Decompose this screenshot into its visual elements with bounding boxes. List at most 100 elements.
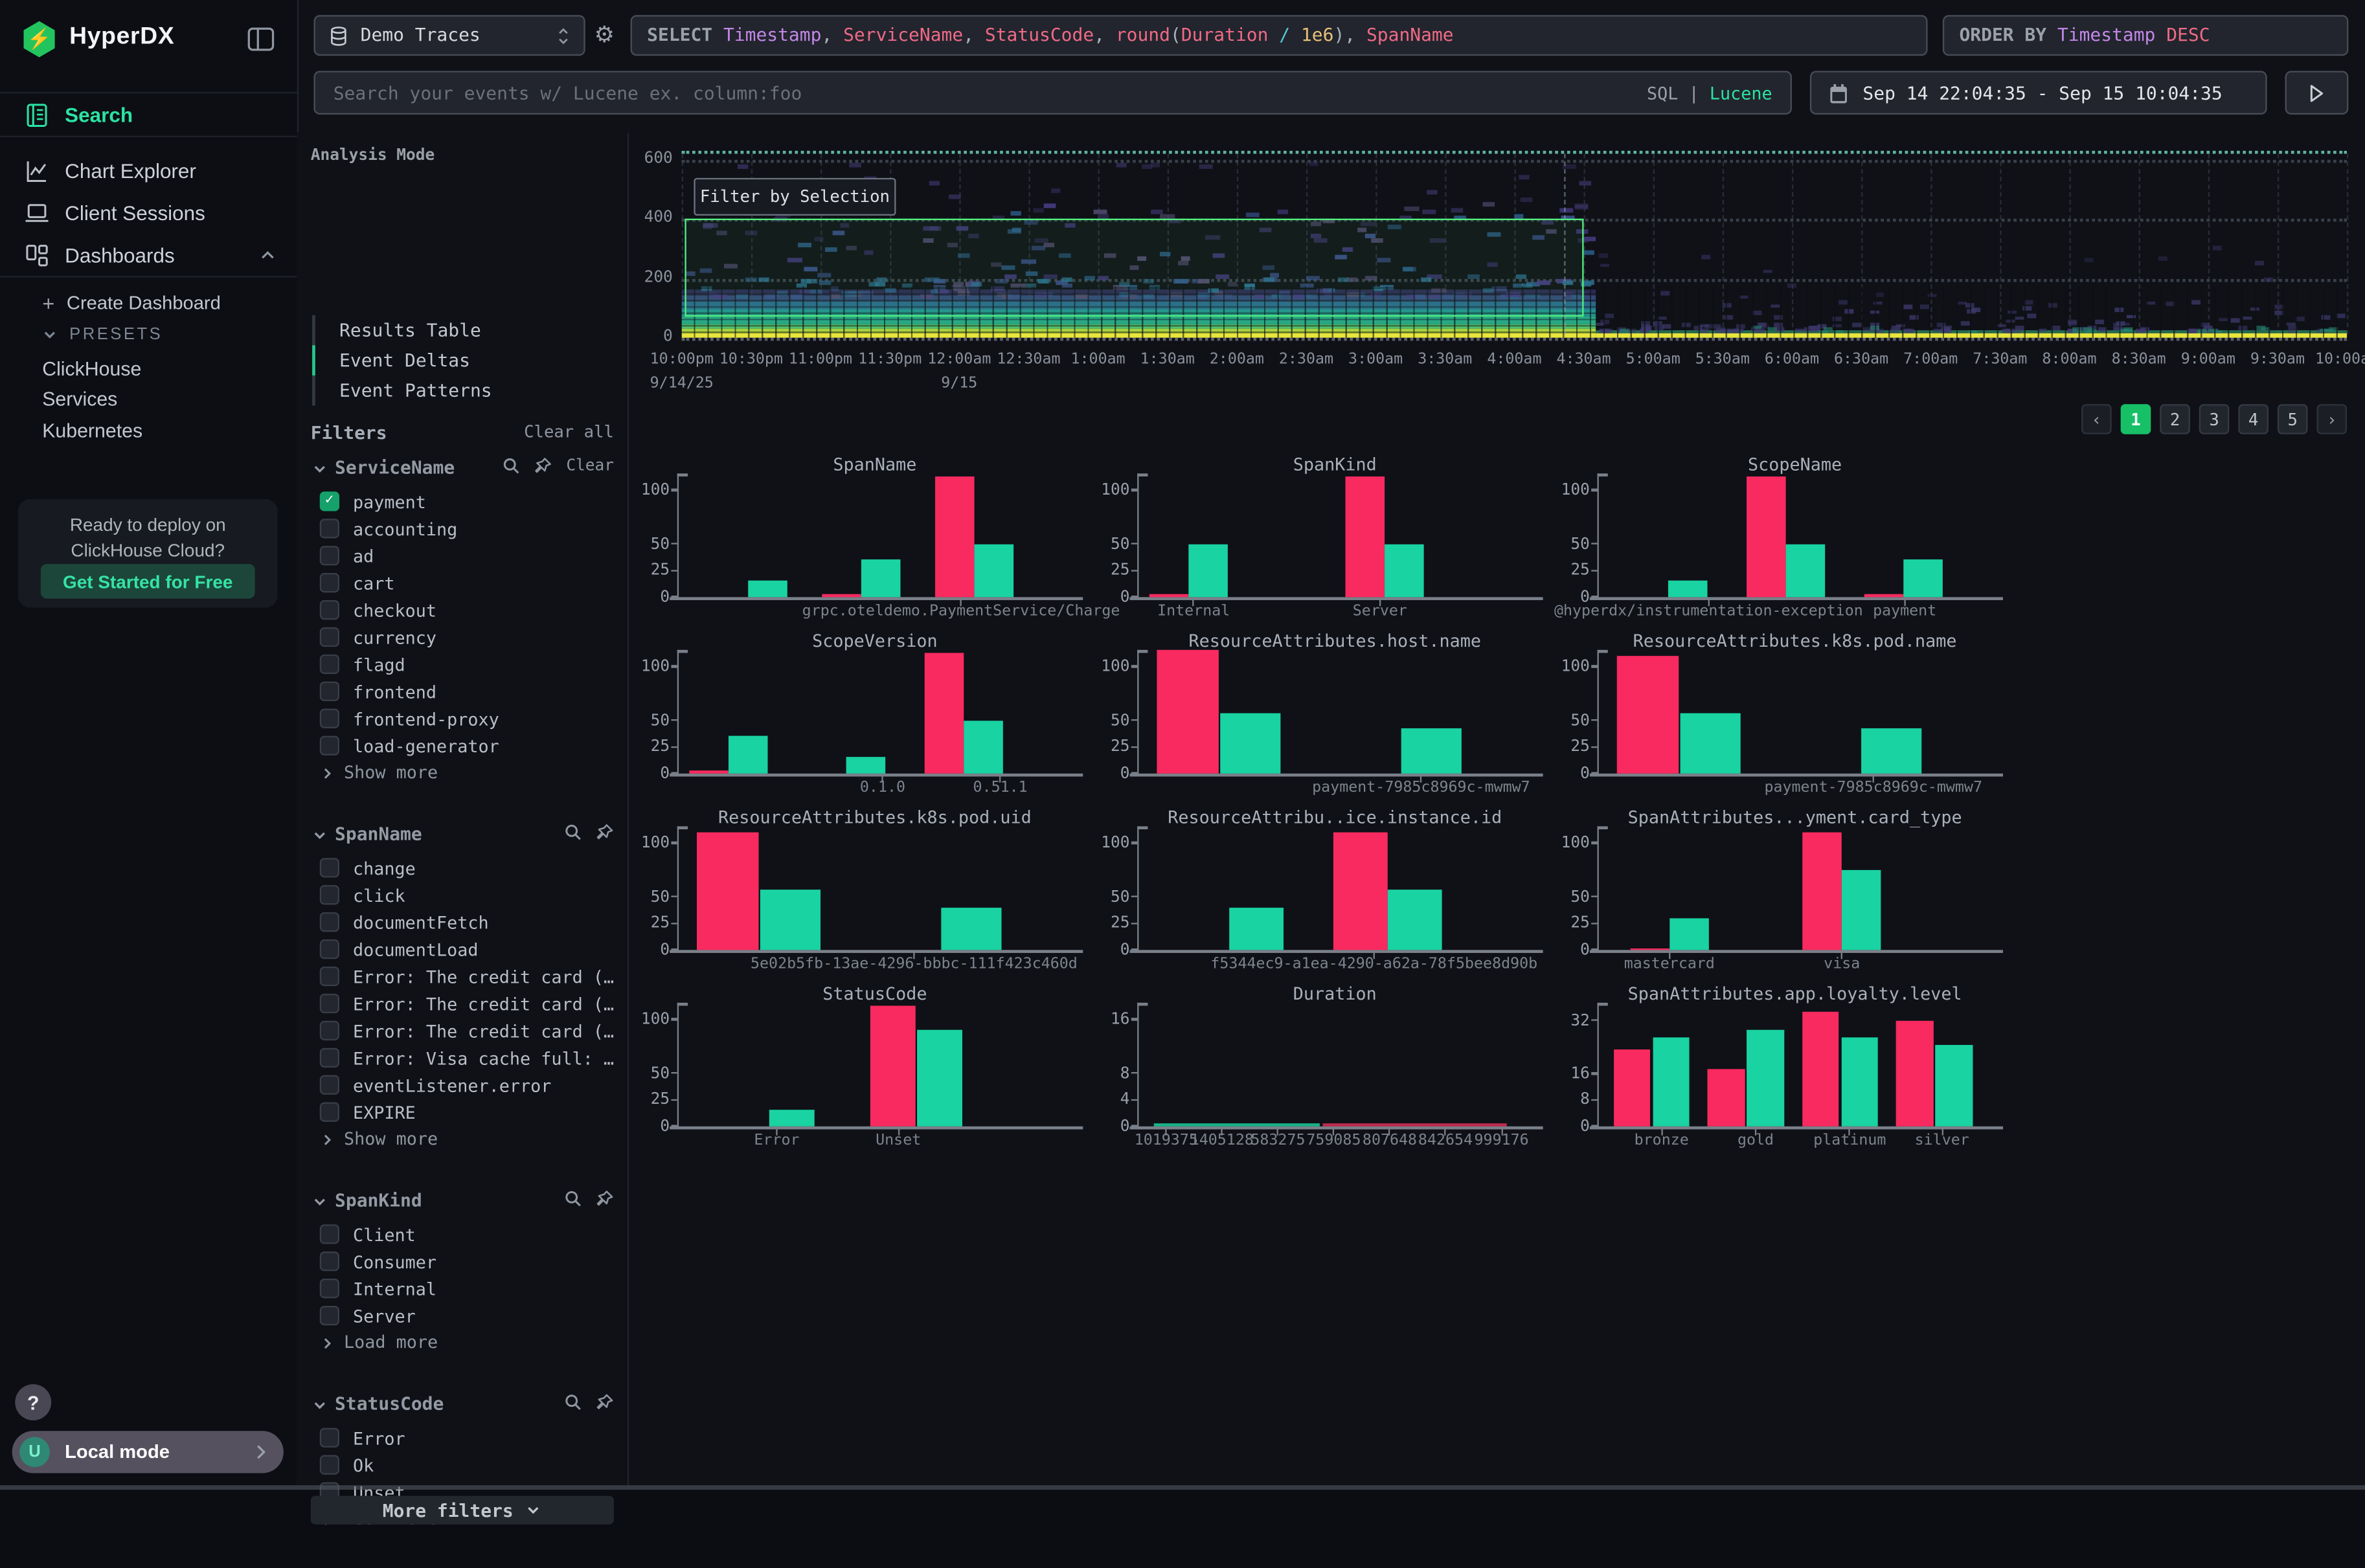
pin-icon[interactable] <box>596 823 614 842</box>
filter-option[interactable]: Error: The credit card (… <box>297 1018 628 1045</box>
filter-option[interactable]: documentFetch <box>297 909 628 936</box>
gear-icon[interactable]: ⚙ <box>594 21 615 49</box>
checkbox[interactable] <box>320 1075 339 1095</box>
mode-lucene[interactable]: Lucene <box>1710 83 1772 104</box>
filter-option[interactable]: Client <box>297 1222 628 1249</box>
checkbox[interactable] <box>320 600 339 620</box>
mode-sql[interactable]: SQL <box>1647 83 1678 104</box>
source-select[interactable]: Demo Traces <box>313 15 585 56</box>
checkbox[interactable] <box>320 967 339 986</box>
checkbox[interactable] <box>320 709 339 728</box>
filter-option[interactable]: ad <box>297 543 628 570</box>
run-query-button[interactable] <box>2285 71 2349 115</box>
filter-option[interactable]: Error <box>297 1425 628 1452</box>
checkbox[interactable] <box>320 1306 339 1325</box>
filter-option[interactable]: Error: The credit card (… <box>297 963 628 991</box>
search-input[interactable] <box>315 73 1791 113</box>
checkbox[interactable] <box>320 682 339 701</box>
checkbox[interactable] <box>320 858 339 877</box>
sidebar-item-kubernetes[interactable]: Kubernetes <box>42 419 142 442</box>
filter-option[interactable]: documentLoad <box>297 936 628 963</box>
checkbox[interactable] <box>320 491 339 511</box>
filter-option[interactable]: frontend <box>297 678 628 706</box>
pagination-page-5[interactable]: 5 <box>2278 404 2308 434</box>
sidebar-collapse-icon[interactable] <box>246 24 277 54</box>
clear-all-filters-link[interactable]: Clear all <box>524 422 614 442</box>
selection-drag-line[interactable] <box>1565 154 1566 335</box>
sidebar-item-services[interactable]: Services <box>42 388 117 410</box>
checkbox[interactable] <box>320 1048 339 1068</box>
date-range-picker[interactable]: Sep 14 22:04:35 - Sep 15 10:04:35 <box>1810 71 2267 115</box>
filter-option[interactable]: load-generator <box>297 733 628 760</box>
pin-icon[interactable] <box>596 1393 614 1411</box>
pagination-page-4[interactable]: 4 <box>2238 404 2269 434</box>
load-more-link[interactable]: Load more <box>297 1330 628 1357</box>
filter-option[interactable]: eventListener.error <box>297 1072 628 1099</box>
checkbox[interactable] <box>320 1251 339 1271</box>
search-icon[interactable] <box>564 1190 582 1208</box>
checkbox[interactable] <box>320 655 339 674</box>
pagination-prev-button[interactable]: ‹ <box>2081 404 2112 434</box>
pagination-page-2[interactable]: 2 <box>2160 404 2190 434</box>
clear-filter-link[interactable]: Clear <box>566 457 614 475</box>
checkbox[interactable] <box>320 519 339 538</box>
checkbox[interactable] <box>320 1103 339 1122</box>
sidebar-item-dashboards[interactable]: Dashboards <box>0 234 297 276</box>
analysis-mode-results-table[interactable]: Results Table <box>315 315 492 346</box>
user-menu[interactable]: U Local mode <box>12 1431 284 1473</box>
query-language-toggle[interactable]: SQL | Lucene <box>1647 83 1772 104</box>
pin-icon[interactable] <box>534 457 552 475</box>
more-filters-button[interactable]: More filters <box>311 1495 614 1524</box>
heatmap-plot[interactable]: Filter by Selection <box>682 151 2347 338</box>
filter-option[interactable]: flagd <box>297 651 628 678</box>
checkbox[interactable] <box>320 1021 339 1040</box>
horizontal-scrollbar[interactable] <box>0 1485 2365 1490</box>
sidebar-item-chart-explorer[interactable]: Chart Explorer <box>0 150 297 192</box>
checkbox[interactable] <box>320 1428 339 1448</box>
filter-option[interactable]: EXPIRE <box>297 1099 628 1126</box>
checkbox[interactable] <box>320 546 339 565</box>
filter-option[interactable]: frontend-proxy <box>297 706 628 733</box>
filter-option[interactable]: cart <box>297 570 628 597</box>
show-more-link[interactable]: Show more <box>297 1126 628 1154</box>
help-button[interactable]: ? <box>15 1384 51 1420</box>
pagination-next-button[interactable]: › <box>2316 404 2347 434</box>
search-icon[interactable] <box>503 457 521 475</box>
create-dashboard-button[interactable]: + Create Dashboard <box>42 291 221 315</box>
checkbox[interactable] <box>320 1279 339 1298</box>
checkbox[interactable] <box>320 573 339 592</box>
checkbox[interactable] <box>320 939 339 959</box>
analysis-mode-event-patterns[interactable]: Event Patterns <box>315 375 492 406</box>
sql-select-input[interactable]: SELECT Timestamp, ServiceName, StatusCod… <box>631 15 1928 56</box>
filter-option[interactable]: Error: Visa cache full: … <box>297 1045 628 1072</box>
checkbox[interactable] <box>320 1224 339 1244</box>
filter-option[interactable]: checkout <box>297 597 628 624</box>
chevron-down-icon[interactable] <box>312 462 327 476</box>
search-icon[interactable] <box>564 1393 582 1411</box>
analysis-mode-event-deltas[interactable]: Event Deltas <box>315 345 492 375</box>
checkbox[interactable] <box>320 994 339 1013</box>
show-more-link[interactable]: Show more <box>297 760 628 787</box>
checkbox[interactable] <box>320 736 339 756</box>
chevron-down-icon[interactable] <box>312 1194 327 1209</box>
filter-option[interactable]: Server <box>297 1303 628 1330</box>
filter-by-selection-button[interactable]: Filter by Selection <box>694 178 896 216</box>
chevron-down-icon[interactable] <box>312 1398 327 1413</box>
sidebar-item-clickhouse[interactable]: ClickHouse <box>42 357 141 380</box>
filter-option[interactable]: Ok <box>297 1452 628 1479</box>
filter-option[interactable]: click <box>297 882 628 910</box>
checkbox[interactable] <box>320 1455 339 1475</box>
filter-option[interactable]: change <box>297 855 628 882</box>
filter-option[interactable]: Internal <box>297 1275 628 1303</box>
filter-option[interactable]: accounting <box>297 516 628 543</box>
checkbox[interactable] <box>320 912 339 932</box>
pin-icon[interactable] <box>596 1190 614 1208</box>
search-icon[interactable] <box>564 823 582 842</box>
get-started-button[interactable]: Get Started for Free <box>41 564 255 599</box>
order-by-input[interactable]: ORDER BY Timestamp DESC <box>1943 15 2349 56</box>
pagination-page-3[interactable]: 3 <box>2199 404 2230 434</box>
pagination-page-1[interactable]: 1 <box>2121 404 2151 434</box>
filter-option[interactable]: payment <box>297 489 628 516</box>
presets-toggle[interactable]: PRESETS <box>42 326 163 344</box>
sidebar-item-search[interactable]: Search <box>0 92 297 137</box>
